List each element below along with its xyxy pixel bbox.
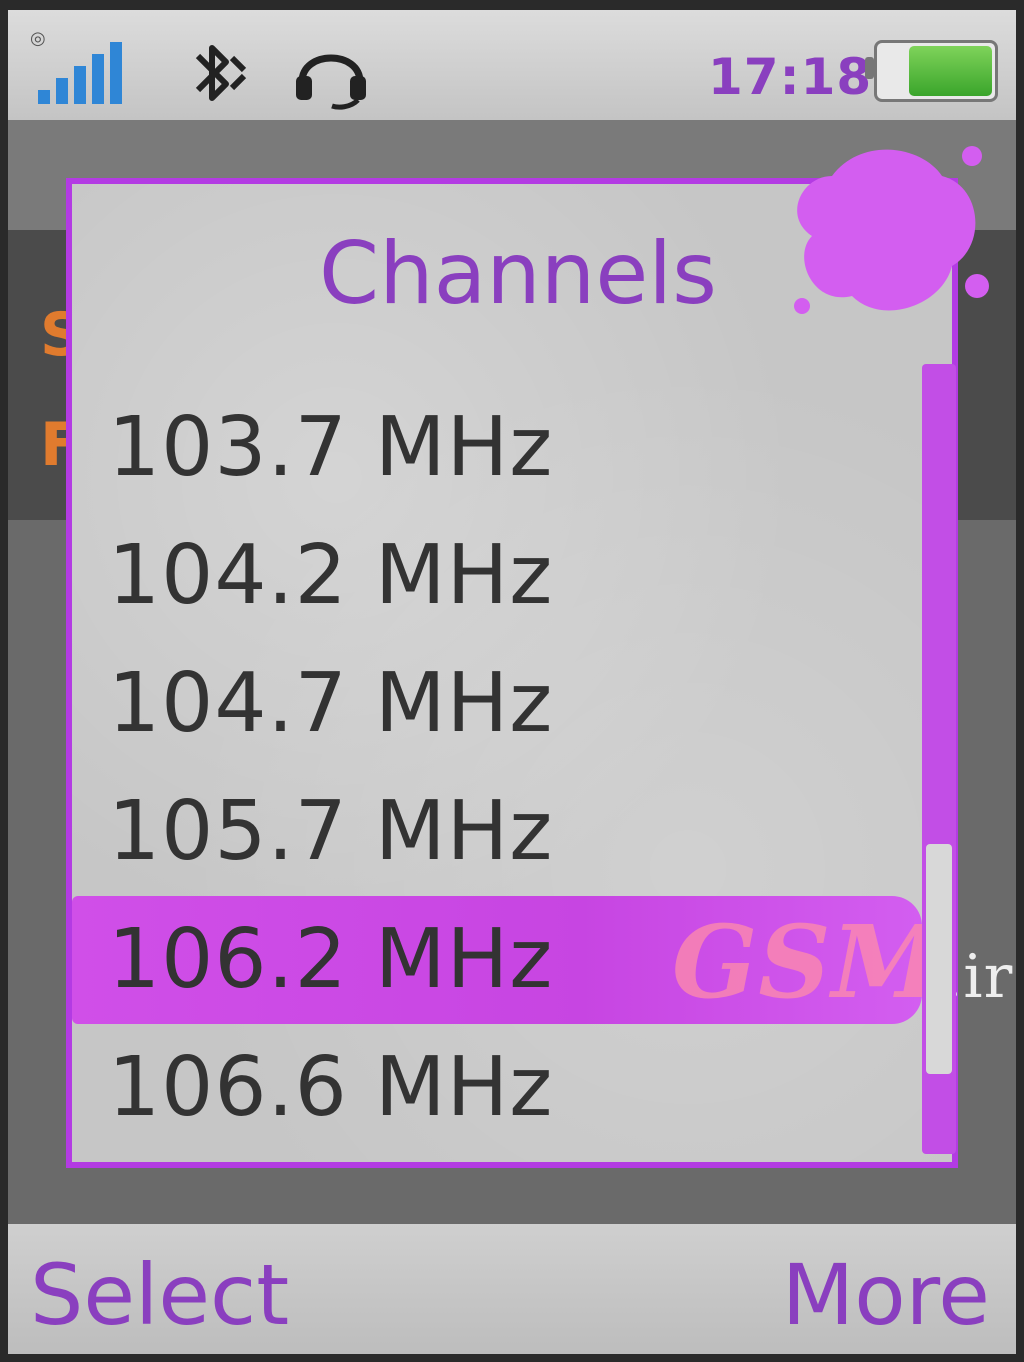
channel-label: 106.6 MHz bbox=[108, 1040, 554, 1135]
headset-icon bbox=[296, 54, 366, 110]
watermark-logo: GSM.ir bbox=[672, 903, 1014, 1021]
channel-item[interactable]: 103.7 MHz bbox=[72, 384, 922, 512]
channel-label: 103.7 MHz bbox=[108, 400, 554, 495]
scrollbar-thumb[interactable] bbox=[926, 844, 952, 1074]
channels-popup: Channels 103.7 MHz 104.2 MHz 104.7 MHz 1… bbox=[66, 146, 1012, 1168]
status-bar: ◎ 17:18 bbox=[8, 10, 1016, 120]
channel-label: 104.7 MHz bbox=[108, 656, 554, 751]
channel-list: 103.7 MHz 104.2 MHz 104.7 MHz 105.7 MHz … bbox=[72, 384, 1012, 1152]
channel-label: 106.2 MHz bbox=[108, 912, 554, 1007]
phone-screen: ◎ 17:18 S F Channels 103.7 MHz 104.2 MHz… bbox=[8, 10, 1016, 1354]
scrollbar[interactable] bbox=[922, 364, 956, 1154]
battery-level bbox=[909, 46, 992, 96]
bluetooth-icon bbox=[195, 45, 247, 101]
network-indicator-icon: ◎ bbox=[30, 28, 46, 49]
channel-item[interactable]: 105.7 MHz bbox=[72, 768, 922, 896]
signal-icon: ◎ bbox=[30, 28, 140, 108]
channel-item[interactable]: 104.7 MHz bbox=[72, 640, 922, 768]
channel-item[interactable]: 106.6 MHz bbox=[72, 1024, 922, 1152]
clock: 17:18 bbox=[708, 48, 873, 106]
channel-item-selected[interactable]: 106.2 MHz GSM.ir bbox=[72, 896, 1012, 1024]
channel-label: 104.2 MHz bbox=[108, 528, 554, 623]
select-softkey[interactable]: Select bbox=[30, 1246, 289, 1344]
popup-title: Channels bbox=[319, 224, 717, 324]
channel-label: 105.7 MHz bbox=[108, 784, 554, 879]
softkey-bar: Select More bbox=[8, 1224, 1016, 1354]
channel-item[interactable]: 104.2 MHz bbox=[72, 512, 922, 640]
battery-icon bbox=[865, 40, 998, 102]
more-softkey[interactable]: More bbox=[782, 1246, 990, 1344]
